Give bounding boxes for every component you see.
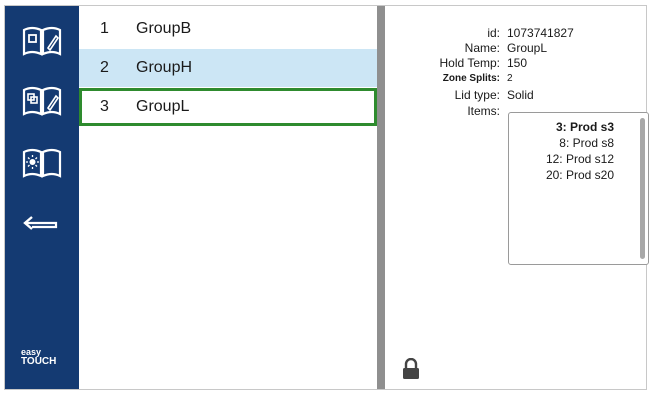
zone-splits-label: Zone Splits: [442,73,500,84]
name-value: GroupL [507,41,548,55]
list-item[interactable]: 3: Prod s3 [556,120,614,134]
group-name: GroupH [136,59,193,76]
group-number: 2 [100,59,109,76]
list-item[interactable]: 20: Prod s20 [546,168,614,182]
list-item[interactable]: 8: Prod s8 [559,136,614,150]
group-row-2[interactable]: 2 GroupH [79,49,377,87]
sidebar: easy TOUCH [5,6,79,389]
lid-type-label: Lid type: [454,88,500,102]
list-item[interactable]: 12: Prod s12 [546,152,614,166]
items-label: Items: [467,104,500,118]
id-label: id: [487,26,500,40]
day-night-icon [22,148,62,178]
book-edit-icon [22,26,62,56]
lock-icon [403,358,419,379]
zone-splits-value: 2 [507,73,513,84]
pane-divider[interactable] [377,6,385,389]
items-listbox[interactable]: 3: Prod s3 8: Prod s8 12: Prod s12 20: P… [508,112,649,265]
back-arrow-icon [23,216,58,230]
group-list: 1 GroupB 2 GroupH 3 GroupL [79,6,377,389]
hold-temp-label: Hold Temp: [439,56,500,70]
day-night-button[interactable] [20,144,64,180]
brand-line-2: TOUCH [21,356,57,367]
hold-temp-value: 150 [507,56,528,70]
book-copy-icon [22,86,62,116]
group-name: GroupL [136,98,190,115]
book-copy-button[interactable] [20,82,64,118]
book-edit-button[interactable] [20,22,64,58]
group-row-1[interactable]: 1 GroupB [79,10,377,48]
easytouch-logo: easy TOUCH [21,347,56,367]
items-scrollbar[interactable] [640,118,645,259]
lid-type-value: Solid [507,88,534,102]
group-number: 1 [100,20,109,37]
group-row-3[interactable]: 3 GroupL [79,88,377,126]
group-number: 3 [100,98,109,115]
group-name: GroupB [136,20,192,37]
back-button[interactable] [20,204,64,240]
name-label: Name: [464,41,500,55]
id-value: 1073741827 [507,26,574,40]
